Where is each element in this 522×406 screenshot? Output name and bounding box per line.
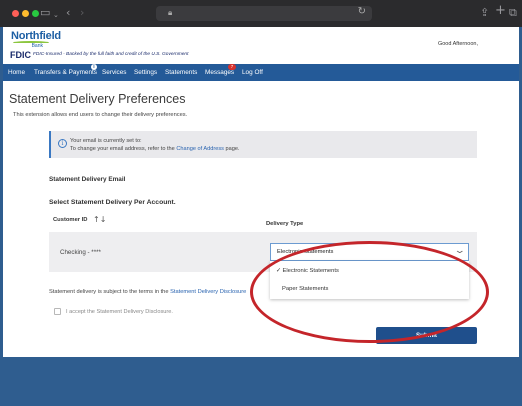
nav-transfers-payments[interactable]: Transfers & Payments xyxy=(34,69,97,76)
nav-home[interactable]: Home xyxy=(8,69,25,76)
submit-button[interactable]: Submit xyxy=(376,327,477,344)
reload-icon[interactable]: ↻ xyxy=(358,6,366,17)
maximize-window-button[interactable] xyxy=(32,10,39,17)
page-subtitle: This extension allows end users to chang… xyxy=(13,112,188,118)
tab-overview-icon[interactable]: ⧉ xyxy=(509,6,517,20)
dropdown-option-paper[interactable]: Paper Statements xyxy=(282,286,328,292)
nav-services[interactable]: Services xyxy=(102,69,127,76)
minimize-window-button[interactable] xyxy=(22,10,29,17)
address-bar[interactable]: 🔒︎ ↻ xyxy=(156,6,372,21)
email-info-box: i Your email is currently set to: To cha… xyxy=(49,131,477,158)
change-email-suffix: page. xyxy=(223,146,240,152)
web-page: Northfield Bank FDIC FDIC-Insured - Back… xyxy=(3,27,519,357)
info-icon: i xyxy=(58,139,67,148)
nav-settings[interactable]: Settings xyxy=(134,69,157,76)
terms-prefix: Statement delivery is subject to the ter… xyxy=(49,289,171,295)
delivery-type-dropdown: ✓ Electronic Statements Paper Statements xyxy=(270,261,469,299)
lock-icon: 🔒︎ xyxy=(168,8,173,17)
sort-icon[interactable]: ↑↓ xyxy=(93,215,106,224)
delivery-email-heading: Statement Delivery Email xyxy=(49,176,126,183)
accept-checkbox[interactable] xyxy=(54,308,61,315)
dropdown-option-electronic[interactable]: ✓ Electronic Statements xyxy=(276,268,339,274)
change-email-text: To change your email address, refer to t… xyxy=(70,146,240,152)
chevron-down-icon: ⌄ xyxy=(454,246,467,256)
accept-label[interactable]: I accept the Statement Delivery Disclosu… xyxy=(66,309,173,315)
close-window-button[interactable] xyxy=(12,10,19,17)
fdic-logo: FDIC xyxy=(10,50,31,60)
change-of-address-link[interactable]: Change of Address xyxy=(176,146,224,152)
chevron-down-icon[interactable]: ⌄ xyxy=(53,8,59,22)
change-email-prefix: To change your email address, refer to t… xyxy=(70,146,177,152)
terms-text: Statement delivery is subject to the ter… xyxy=(49,289,246,295)
bank-logo[interactable]: Northfield Bank xyxy=(11,30,61,49)
forward-icon[interactable]: › xyxy=(80,6,84,20)
nav-messages[interactable]: Messages xyxy=(205,69,234,76)
back-icon[interactable]: ‹ xyxy=(66,6,70,20)
messages-count-badge: 7 xyxy=(228,64,236,70)
fdic-tagline: FDIC-Insured - Backed by the full faith … xyxy=(33,52,189,57)
browser-toolbar: ▭ ⌄ ‹ › 🔒︎ ↻ ⇪ + ⧉ xyxy=(0,0,522,27)
option-label: Electronic Statements xyxy=(282,268,339,274)
share-icon[interactable]: ⇪ xyxy=(480,6,489,20)
delivery-type-select[interactable]: Electronic Statements ⌄ xyxy=(270,243,469,261)
new-tab-icon[interactable]: + xyxy=(495,4,506,18)
column-header-delivery-type: Delivery Type xyxy=(266,221,304,227)
page-title: Statement Delivery Preferences xyxy=(9,92,186,106)
delivery-type-value: Electronic Statements xyxy=(277,249,334,255)
info-badge: i xyxy=(91,64,97,70)
select-delivery-heading: Select Statement Delivery Per Account. xyxy=(49,199,176,206)
disclosure-link[interactable]: Statement Delivery Disclosure xyxy=(170,289,246,295)
account-label: Checking - **** xyxy=(60,249,101,256)
main-nav: Home Transfers & Payments i Services Set… xyxy=(3,64,519,81)
nav-statements[interactable]: Statements xyxy=(165,69,197,76)
column-header-customer-id[interactable]: Customer ID xyxy=(53,217,87,223)
checkmark-icon: ✓ xyxy=(276,268,281,274)
nav-log-off[interactable]: Log Off xyxy=(242,69,263,76)
logo-swoosh xyxy=(13,41,49,44)
greeting-text: Good Afternoon, xyxy=(437,41,478,47)
sidebar-toggle-icon[interactable]: ▭ xyxy=(40,6,50,20)
email-current-text: Your email is currently set to: xyxy=(70,138,142,144)
